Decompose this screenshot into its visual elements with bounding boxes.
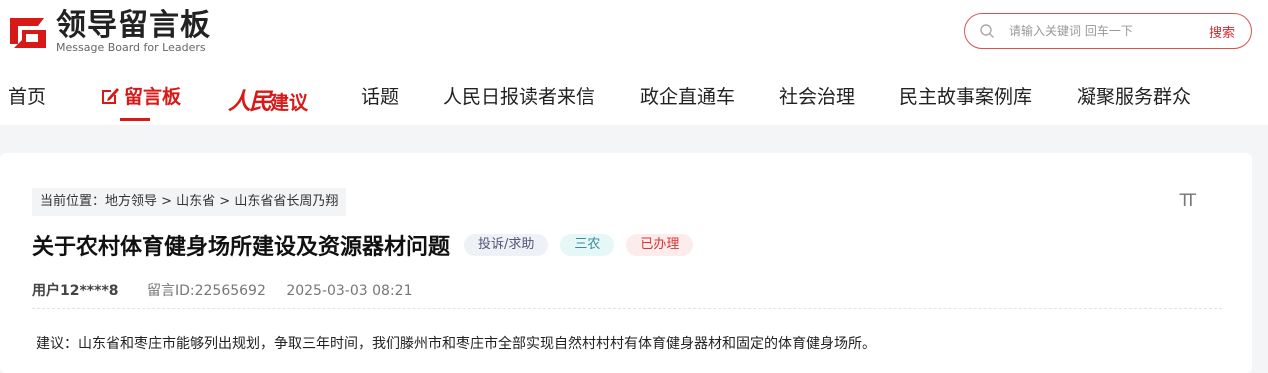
message-content: 建议：山东省和枣庄市能够列出规划，争取三年时间，我们滕州市和枣庄市全部实现自然村… bbox=[36, 336, 876, 352]
logo-mark-icon bbox=[10, 18, 46, 48]
nav-democracy-cases[interactable]: 民主故事案例库 bbox=[899, 82, 1032, 109]
nav-message-board-label: 留言板 bbox=[124, 86, 182, 108]
logo-title: 领导留言板 bbox=[56, 8, 211, 43]
search-box: 搜索 bbox=[964, 13, 1252, 49]
status-badge: 已办理 bbox=[626, 234, 694, 256]
nav-message-board[interactable]: 留言板 bbox=[100, 82, 181, 109]
nav-home[interactable]: 首页 bbox=[8, 82, 46, 109]
active-nav-indicator bbox=[120, 118, 150, 121]
main-nav: 首页 留言板 人民 建议 话题 人民日报读者来信 政企直通车 社会治理 民主故事… bbox=[0, 82, 1268, 122]
breadcrumb: 当前位置：地方领导 > 山东省 > 山东省省长周乃翔 bbox=[32, 188, 347, 216]
nav-people-script: 人民 bbox=[228, 88, 272, 115]
font-size-toggle[interactable]: TT bbox=[1179, 191, 1197, 211]
nav-people-suggestion[interactable]: 人民 建议 bbox=[228, 82, 308, 116]
nav-reader-letters[interactable]: 人民日报读者来信 bbox=[443, 82, 595, 109]
edit-icon bbox=[102, 87, 119, 104]
search-icon bbox=[980, 24, 994, 38]
site-logo[interactable]: 领导留言板 Message Board for Leaders bbox=[8, 10, 211, 54]
nav-topics[interactable]: 话题 bbox=[361, 82, 399, 109]
message-title: 关于农村体育健身场所建设及资源器材问题 bbox=[32, 235, 451, 260]
tag-type[interactable]: 投诉/求助 bbox=[464, 234, 549, 256]
nav-social-governance[interactable]: 社会治理 bbox=[779, 82, 855, 109]
message-card: 当前位置：地方领导 > 山东省 > 山东省省长周乃翔 TT 关于农村体育健身场所… bbox=[0, 153, 1252, 373]
message-title-row: 关于农村体育健身场所建设及资源器材问题 投诉/求助 三农 已办理 bbox=[32, 229, 694, 261]
nav-direct-train[interactable]: 政企直通车 bbox=[640, 82, 735, 109]
message-meta: 用户12****8 留言ID:22565692 2025-03-03 08:21 bbox=[32, 280, 412, 300]
divider bbox=[32, 308, 1222, 309]
logo-subtitle: Message Board for Leaders bbox=[56, 41, 206, 54]
message-datetime: 2025-03-03 08:21 bbox=[286, 283, 413, 299]
font-size-icon: TT bbox=[1179, 191, 1197, 211]
top-header: 领导留言板 Message Board for Leaders 搜索 首页 留言… bbox=[0, 0, 1268, 125]
message-id: 留言ID:22565692 bbox=[146, 283, 266, 299]
nav-serve-masses[interactable]: 凝聚服务群众 bbox=[1077, 82, 1191, 109]
search-input[interactable] bbox=[1007, 23, 1191, 39]
nav-people-suffix: 建议 bbox=[270, 92, 309, 114]
tag-category[interactable]: 三农 bbox=[560, 234, 615, 256]
message-user: 用户12****8 bbox=[32, 283, 119, 299]
search-button[interactable]: 搜索 bbox=[1209, 22, 1235, 41]
